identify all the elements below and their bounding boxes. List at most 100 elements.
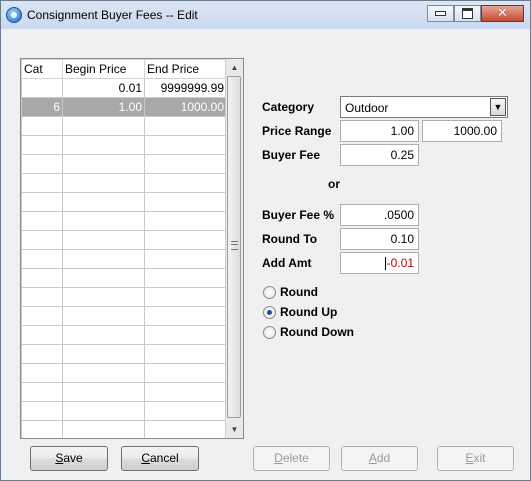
- save-button[interactable]: Save: [30, 446, 108, 471]
- cat-cell[interactable]: [21, 363, 63, 383]
- table-row[interactable]: [21, 116, 227, 136]
- cat-cell[interactable]: [21, 268, 63, 288]
- exit-button[interactable]: Exit: [437, 446, 514, 471]
- begin-price-cell[interactable]: [62, 230, 145, 250]
- round-up-radio[interactable]: Round Up: [263, 305, 337, 319]
- end-price-cell[interactable]: [144, 154, 227, 174]
- table-row[interactable]: [21, 287, 227, 307]
- table-row[interactable]: [21, 363, 227, 383]
- end-price-cell[interactable]: [144, 249, 227, 269]
- cat-cell[interactable]: [21, 420, 63, 438]
- add-amt-field[interactable]: -0.01: [340, 252, 419, 274]
- begin-price-cell[interactable]: [62, 192, 145, 212]
- table-row[interactable]: 0.01 9999999.99: [21, 78, 227, 98]
- begin-price-cell[interactable]: [62, 173, 145, 193]
- cat-cell[interactable]: [21, 173, 63, 193]
- minimize-button[interactable]: [427, 5, 454, 22]
- table-row[interactable]: [21, 268, 227, 288]
- end-price-cell[interactable]: [144, 363, 227, 383]
- radio-icon[interactable]: [263, 285, 276, 299]
- table-row[interactable]: [21, 192, 227, 212]
- table-row[interactable]: [21, 420, 227, 438]
- begin-price-cell[interactable]: [62, 382, 145, 402]
- column-header-cat[interactable]: Cat: [21, 59, 63, 79]
- cat-cell[interactable]: 6: [21, 97, 63, 117]
- cancel-button[interactable]: Cancel: [121, 446, 199, 471]
- cat-cell[interactable]: [21, 306, 63, 326]
- radio-selected-icon[interactable]: [263, 305, 276, 319]
- cat-cell[interactable]: [21, 249, 63, 269]
- end-price-cell[interactable]: 1000.00: [144, 97, 227, 117]
- table-row[interactable]: [21, 401, 227, 421]
- table-row[interactable]: [21, 249, 227, 269]
- cat-cell[interactable]: [21, 287, 63, 307]
- column-header-end-price[interactable]: End Price: [144, 59, 227, 79]
- cat-cell[interactable]: [21, 211, 63, 231]
- cat-cell[interactable]: [21, 154, 63, 174]
- chevron-down-icon[interactable]: ▼: [490, 98, 506, 116]
- end-price-cell[interactable]: [144, 420, 227, 438]
- delete-button[interactable]: Delete: [253, 446, 330, 471]
- close-button[interactable]: ✕: [481, 5, 524, 22]
- begin-price-cell[interactable]: 0.01: [62, 78, 145, 98]
- price-range-from-field[interactable]: 1.00: [340, 120, 419, 142]
- begin-price-cell[interactable]: [62, 116, 145, 136]
- table-row[interactable]: [21, 135, 227, 155]
- category-dropdown[interactable]: Outdoor ▼: [340, 96, 508, 118]
- begin-price-cell[interactable]: [62, 135, 145, 155]
- buyer-fee-field[interactable]: 0.25: [340, 144, 419, 166]
- table-row[interactable]: [21, 382, 227, 402]
- end-price-cell[interactable]: [144, 192, 227, 212]
- begin-price-cell[interactable]: [62, 211, 145, 231]
- table-row[interactable]: [21, 211, 227, 231]
- cat-cell[interactable]: [21, 192, 63, 212]
- begin-price-cell[interactable]: [62, 344, 145, 364]
- end-price-cell[interactable]: [144, 230, 227, 250]
- scroll-down-icon[interactable]: ▼: [226, 421, 243, 438]
- begin-price-cell[interactable]: [62, 249, 145, 269]
- buyer-fee-pct-field[interactable]: .0500: [340, 204, 419, 226]
- table-row[interactable]: [21, 154, 227, 174]
- grid-scrollbar[interactable]: ▲ ▼: [225, 59, 243, 438]
- cat-cell[interactable]: [21, 382, 63, 402]
- add-button[interactable]: Add: [341, 446, 418, 471]
- scroll-up-icon[interactable]: ▲: [226, 59, 243, 76]
- table-row[interactable]: [21, 344, 227, 364]
- cat-cell[interactable]: [21, 325, 63, 345]
- cat-cell[interactable]: [21, 401, 63, 421]
- end-price-cell[interactable]: [144, 135, 227, 155]
- end-price-cell[interactable]: [144, 382, 227, 402]
- table-row[interactable]: [21, 325, 227, 345]
- begin-price-cell[interactable]: [62, 363, 145, 383]
- end-price-cell[interactable]: [144, 306, 227, 326]
- title-bar[interactable]: Consignment Buyer Fees -- Edit ✕: [1, 1, 530, 29]
- begin-price-cell[interactable]: [62, 420, 145, 438]
- price-range-to-field[interactable]: 1000.00: [422, 120, 502, 142]
- fee-range-grid[interactable]: Cat Begin Price End Price 0.01 9999999.99…: [20, 58, 244, 439]
- maximize-button[interactable]: [454, 5, 481, 22]
- end-price-cell[interactable]: [144, 401, 227, 421]
- cat-cell[interactable]: [21, 344, 63, 364]
- end-price-cell[interactable]: [144, 344, 227, 364]
- table-row[interactable]: [21, 230, 227, 250]
- column-header-begin-price[interactable]: Begin Price: [62, 59, 145, 79]
- radio-icon[interactable]: [263, 325, 276, 339]
- cat-cell[interactable]: [21, 230, 63, 250]
- begin-price-cell[interactable]: [62, 287, 145, 307]
- begin-price-cell[interactable]: [62, 325, 145, 345]
- table-row[interactable]: 6 1.00 1000.00: [21, 97, 227, 117]
- begin-price-cell[interactable]: [62, 306, 145, 326]
- end-price-cell[interactable]: [144, 268, 227, 288]
- round-to-field[interactable]: 0.10: [340, 228, 419, 250]
- end-price-cell[interactable]: [144, 287, 227, 307]
- begin-price-cell[interactable]: [62, 401, 145, 421]
- scrollbar-thumb[interactable]: [227, 76, 241, 418]
- round-down-radio[interactable]: Round Down: [263, 325, 354, 339]
- cat-cell[interactable]: [21, 135, 63, 155]
- end-price-cell[interactable]: 9999999.99: [144, 78, 227, 98]
- begin-price-cell[interactable]: 1.00: [62, 97, 145, 117]
- cat-cell[interactable]: [21, 116, 63, 136]
- end-price-cell[interactable]: [144, 211, 227, 231]
- end-price-cell[interactable]: [144, 116, 227, 136]
- table-row[interactable]: [21, 306, 227, 326]
